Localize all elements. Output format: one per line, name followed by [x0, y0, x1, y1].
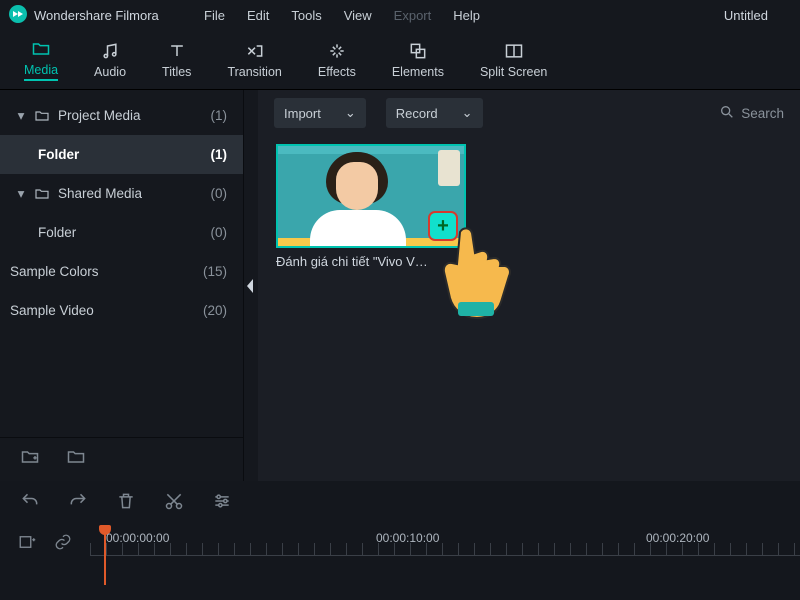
tab-elements[interactable]: Elements [374, 30, 462, 89]
sidebar-item-shared-folder[interactable]: Folder (0) [0, 213, 243, 252]
undo-icon[interactable] [20, 491, 40, 516]
search-icon [719, 104, 735, 123]
redo-icon[interactable] [68, 491, 88, 516]
import-dropdown[interactable]: Import ⌄ [274, 98, 366, 128]
media-gallery-panel: Import ⌄ Record ⌄ Search + Đánh giá c [258, 90, 800, 481]
folder-icon [34, 186, 50, 202]
sliders-icon[interactable] [212, 491, 232, 516]
timeline[interactable]: 00:00:00:00 00:00:10:00 00:00:20:00 [0, 525, 800, 600]
menu-file[interactable]: File [204, 8, 225, 23]
app-logo-icon [8, 4, 28, 27]
clip-badge-icon [438, 150, 460, 186]
tab-media[interactable]: Media [6, 30, 76, 89]
sidebar-item-project-media[interactable]: ▾ Project Media (1) [0, 96, 243, 135]
sidebar-item-label: Sample Video [10, 303, 94, 318]
tab-audio[interactable]: Audio [76, 30, 144, 89]
search-input[interactable]: Search [719, 104, 784, 123]
cut-icon[interactable] [164, 491, 184, 516]
folder-icon [31, 39, 51, 59]
clip-title: Đánh giá chi tiết "Vivo V… [276, 254, 466, 269]
timecode: 00:00:20:00 [646, 531, 709, 545]
menu-export: Export [394, 8, 432, 23]
document-title: Untitled [724, 8, 792, 23]
sidebar-item-label: Shared Media [58, 186, 142, 201]
folder-icon [34, 108, 50, 124]
tab-split-screen[interactable]: Split Screen [462, 30, 565, 89]
menu-view[interactable]: View [344, 8, 372, 23]
media-sidebar: ▾ Project Media (1) Folder (1) ▾ Shared … [0, 90, 244, 481]
menu-help[interactable]: Help [453, 8, 480, 23]
timecode: 00:00:00:00 [106, 531, 169, 545]
layers-icon [408, 41, 428, 61]
sidebar-item-sample-video[interactable]: Sample Video (20) [0, 291, 243, 330]
sidebar-item-label: Project Media [58, 108, 141, 123]
sidebar-item-folder[interactable]: Folder (1) [0, 135, 243, 174]
sidebar-item-sample-colors[interactable]: Sample Colors (15) [0, 252, 243, 291]
add-track-icon[interactable] [18, 533, 36, 556]
chevron-down-icon: ⌄ [462, 105, 473, 121]
add-to-timeline-button[interactable]: + [428, 211, 458, 241]
link-icon[interactable] [54, 533, 72, 556]
sidebar-item-shared-media[interactable]: ▾ Shared Media (0) [0, 174, 243, 213]
timeline-toolbar [0, 481, 800, 525]
menu-edit[interactable]: Edit [247, 8, 269, 23]
timeline-ruler[interactable]: 00:00:00:00 00:00:10:00 00:00:20:00 [90, 525, 800, 600]
text-icon [167, 41, 187, 61]
pane-divider[interactable] [244, 90, 258, 481]
main-panel: ▾ Project Media (1) Folder (1) ▾ Shared … [0, 90, 800, 481]
tab-effects[interactable]: Effects [300, 30, 374, 89]
chevron-down-icon: ▾ [14, 108, 28, 124]
sidebar-item-label: Sample Colors [10, 264, 99, 279]
sidebar-item-label: Folder [38, 225, 76, 240]
folder-outline-icon[interactable] [66, 447, 86, 472]
new-folder-icon[interactable] [20, 447, 40, 472]
title-bar: Wondershare Filmora File Edit Tools View… [0, 0, 800, 30]
tool-tabs: Media Audio Titles Transition Effects El… [0, 30, 800, 90]
tab-titles[interactable]: Titles [144, 30, 209, 89]
chevron-down-icon: ⌄ [345, 105, 356, 121]
split-screen-icon [504, 41, 524, 61]
transition-icon [245, 41, 265, 61]
timecode: 00:00:10:00 [376, 531, 439, 545]
media-clip[interactable]: + Đánh giá chi tiết "Vivo V… [276, 144, 466, 269]
clip-thumbnail: + [276, 144, 466, 248]
sparkle-icon [327, 41, 347, 61]
record-dropdown[interactable]: Record ⌄ [386, 98, 483, 128]
delete-icon[interactable] [116, 491, 136, 516]
menu-tools[interactable]: Tools [291, 8, 321, 23]
music-icon [100, 41, 120, 61]
tab-transition[interactable]: Transition [209, 30, 299, 89]
app-title: Wondershare Filmora [34, 8, 159, 23]
sidebar-item-label: Folder [38, 147, 79, 162]
chevron-down-icon: ▾ [14, 186, 28, 202]
